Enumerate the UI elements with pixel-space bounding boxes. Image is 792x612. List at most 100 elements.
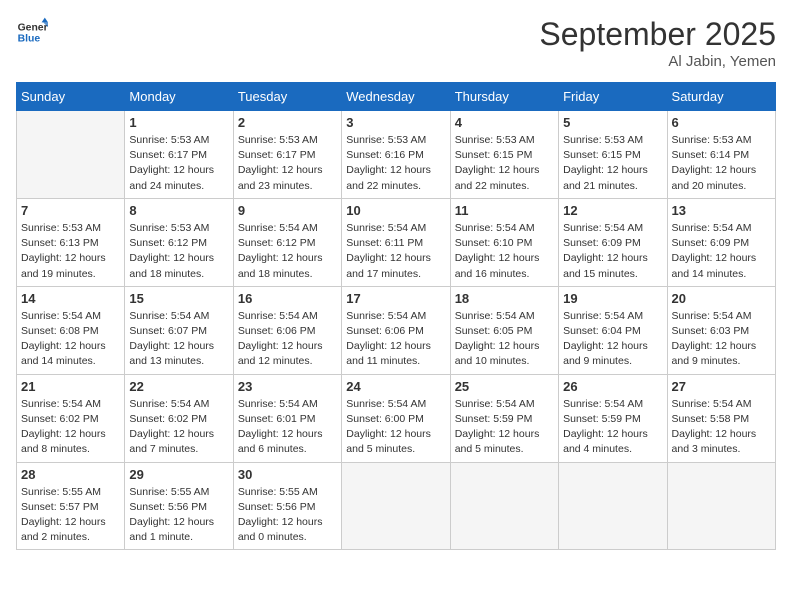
calendar-cell: 19 Sunrise: 5:54 AM Sunset: 6:04 PM Dayli… — [559, 286, 667, 374]
calendar-cell: 14 Sunrise: 5:54 AM Sunset: 6:08 PM Dayli… — [17, 286, 125, 374]
calendar-cell: 8 Sunrise: 5:53 AM Sunset: 6:12 PM Daylig… — [125, 198, 233, 286]
day-info: Sunrise: 5:54 AM Sunset: 6:10 PM Dayligh… — [455, 221, 554, 282]
day-number: 11 — [455, 203, 554, 218]
calendar-cell: 24Sunrise: 5:54 AM Sunset: 6:00 PM Dayli… — [342, 374, 450, 462]
svg-text:General: General — [18, 22, 48, 33]
day-number: 7 — [21, 203, 120, 218]
calendar-cell: 1 Sunrise: 5:53 AM Sunset: 6:17 PM Daylig… — [125, 111, 233, 199]
day-info: Sunrise: 5:54 AM Sunset: 6:06 PM Dayligh… — [238, 309, 337, 370]
day-info: Sunrise: 5:54 AM Sunset: 6:02 PM Dayligh… — [129, 397, 228, 458]
calendar-cell: 28 Sunrise: 5:55 AM Sunset: 5:57 PM Dayli… — [17, 462, 125, 550]
svg-text:Blue: Blue — [18, 34, 41, 45]
day-number: 5 — [563, 115, 662, 130]
day-info: Sunrise: 5:53 AM Sunset: 6:15 PM Dayligh… — [455, 133, 554, 194]
calendar-cell: 21 Sunrise: 5:54 AM Sunset: 6:02 PM Dayli… — [17, 374, 125, 462]
day-info: Sunrise: 5:53 AM Sunset: 6:14 PM Dayligh… — [672, 133, 771, 194]
day-number: 22 — [129, 379, 228, 394]
day-number: 28 — [21, 467, 120, 482]
day-number: 25 — [455, 379, 554, 394]
day-info: Sunrise: 5:54 AM Sunset: 6:12 PM Dayligh… — [238, 221, 337, 282]
calendar-body: 1 Sunrise: 5:53 AM Sunset: 6:17 PM Daylig… — [17, 111, 776, 550]
day-number: 15 — [129, 291, 228, 306]
day-number: 8 — [129, 203, 228, 218]
calendar-table: SundayMondayTuesdayWednesdayThursdayFrid… — [16, 82, 776, 550]
calendar-cell: 29 Sunrise: 5:55 AM Sunset: 5:56 PM Dayli… — [125, 462, 233, 550]
logo: General Blue — [16, 16, 48, 48]
day-header-friday: Friday — [559, 83, 667, 111]
calendar-header-row: SundayMondayTuesdayWednesdayThursdayFrid… — [17, 83, 776, 111]
day-info: Sunrise: 5:54 AM Sunset: 6:01 PM Dayligh… — [238, 397, 337, 458]
day-header-tuesday: Tuesday — [233, 83, 341, 111]
day-number: 2 — [238, 115, 337, 130]
location: Al Jabin, Yemen — [539, 53, 776, 70]
calendar-cell — [667, 462, 775, 550]
day-info: Sunrise: 5:54 AM Sunset: 5:58 PM Dayligh… — [672, 397, 771, 458]
day-number: 6 — [672, 115, 771, 130]
day-info: Sunrise: 5:54 AM Sunset: 6:04 PM Dayligh… — [563, 309, 662, 370]
calendar-cell: 27 Sunrise: 5:54 AM Sunset: 5:58 PM Dayli… — [667, 374, 775, 462]
calendar-cell: 3 Sunrise: 5:53 AM Sunset: 6:16 PM Daylig… — [342, 111, 450, 199]
calendar-cell: 4 Sunrise: 5:53 AM Sunset: 6:15 PM Daylig… — [450, 111, 558, 199]
calendar-cell: 20Sunrise: 5:54 AM Sunset: 6:03 PM Dayli… — [667, 286, 775, 374]
day-header-sunday: Sunday — [17, 83, 125, 111]
calendar-cell: 10 Sunrise: 5:54 AM Sunset: 6:11 PM Dayli… — [342, 198, 450, 286]
calendar-cell: 13 Sunrise: 5:54 AM Sunset: 6:09 PM Dayli… — [667, 198, 775, 286]
calendar-cell: 17Sunrise: 5:54 AM Sunset: 6:06 PM Dayli… — [342, 286, 450, 374]
day-info: Sunrise: 5:54 AM Sunset: 6:09 PM Dayligh… — [672, 221, 771, 282]
calendar-cell: 7 Sunrise: 5:53 AM Sunset: 6:13 PM Daylig… — [17, 198, 125, 286]
day-number: 18 — [455, 291, 554, 306]
day-number: 29 — [129, 467, 228, 482]
day-info: Sunrise: 5:54 AM Sunset: 6:08 PM Dayligh… — [21, 309, 120, 370]
week-row-1: 1 Sunrise: 5:53 AM Sunset: 6:17 PM Daylig… — [17, 111, 776, 199]
week-row-5: 28 Sunrise: 5:55 AM Sunset: 5:57 PM Dayli… — [17, 462, 776, 550]
calendar-cell — [17, 111, 125, 199]
day-number: 12 — [563, 203, 662, 218]
day-number: 26 — [563, 379, 662, 394]
day-info: Sunrise: 5:55 AM Sunset: 5:56 PM Dayligh… — [238, 485, 337, 546]
day-header-saturday: Saturday — [667, 83, 775, 111]
day-info: Sunrise: 5:54 AM Sunset: 6:02 PM Dayligh… — [21, 397, 120, 458]
day-info: Sunrise: 5:54 AM Sunset: 6:03 PM Dayligh… — [672, 309, 771, 370]
calendar-cell: 6 Sunrise: 5:53 AM Sunset: 6:14 PM Daylig… — [667, 111, 775, 199]
day-info: Sunrise: 5:54 AM Sunset: 6:11 PM Dayligh… — [346, 221, 445, 282]
calendar-cell: 9 Sunrise: 5:54 AM Sunset: 6:12 PM Daylig… — [233, 198, 341, 286]
calendar-cell — [559, 462, 667, 550]
calendar-cell — [342, 462, 450, 550]
day-number: 21 — [21, 379, 120, 394]
day-number: 9 — [238, 203, 337, 218]
day-number: 13 — [672, 203, 771, 218]
day-number: 23 — [238, 379, 337, 394]
day-number: 30 — [238, 467, 337, 482]
calendar-cell: 11 Sunrise: 5:54 AM Sunset: 6:10 PM Dayli… — [450, 198, 558, 286]
day-info: Sunrise: 5:53 AM Sunset: 6:13 PM Dayligh… — [21, 221, 120, 282]
day-info: Sunrise: 5:53 AM Sunset: 6:12 PM Dayligh… — [129, 221, 228, 282]
day-info: Sunrise: 5:54 AM Sunset: 6:05 PM Dayligh… — [455, 309, 554, 370]
day-number: 4 — [455, 115, 554, 130]
day-header-thursday: Thursday — [450, 83, 558, 111]
day-info: Sunrise: 5:54 AM Sunset: 6:07 PM Dayligh… — [129, 309, 228, 370]
day-number: 1 — [129, 115, 228, 130]
calendar-cell: 12 Sunrise: 5:54 AM Sunset: 6:09 PM Dayli… — [559, 198, 667, 286]
day-info: Sunrise: 5:54 AM Sunset: 6:09 PM Dayligh… — [563, 221, 662, 282]
day-info: Sunrise: 5:55 AM Sunset: 5:56 PM Dayligh… — [129, 485, 228, 546]
day-info: Sunrise: 5:55 AM Sunset: 5:57 PM Dayligh… — [21, 485, 120, 546]
day-info: Sunrise: 5:53 AM Sunset: 6:15 PM Dayligh… — [563, 133, 662, 194]
day-info: Sunrise: 5:54 AM Sunset: 5:59 PM Dayligh… — [455, 397, 554, 458]
calendar-cell: 16Sunrise: 5:54 AM Sunset: 6:06 PM Dayli… — [233, 286, 341, 374]
week-row-3: 14 Sunrise: 5:54 AM Sunset: 6:08 PM Dayli… — [17, 286, 776, 374]
month-title: September 2025 — [539, 16, 776, 53]
calendar-cell: 30 Sunrise: 5:55 AM Sunset: 5:56 PM Dayli… — [233, 462, 341, 550]
day-info: Sunrise: 5:53 AM Sunset: 6:17 PM Dayligh… — [129, 133, 228, 194]
day-header-monday: Monday — [125, 83, 233, 111]
calendar-cell: 26 Sunrise: 5:54 AM Sunset: 5:59 PM Dayli… — [559, 374, 667, 462]
day-info: Sunrise: 5:54 AM Sunset: 5:59 PM Dayligh… — [563, 397, 662, 458]
day-number: 17 — [346, 291, 445, 306]
day-info: Sunrise: 5:53 AM Sunset: 6:16 PM Dayligh… — [346, 133, 445, 194]
calendar-cell: 25 Sunrise: 5:54 AM Sunset: 5:59 PM Dayli… — [450, 374, 558, 462]
day-number: 14 — [21, 291, 120, 306]
day-number: 27 — [672, 379, 771, 394]
calendar-cell: 2Sunrise: 5:53 AM Sunset: 6:17 PM Daylig… — [233, 111, 341, 199]
day-number: 3 — [346, 115, 445, 130]
day-number: 19 — [563, 291, 662, 306]
day-number: 10 — [346, 203, 445, 218]
